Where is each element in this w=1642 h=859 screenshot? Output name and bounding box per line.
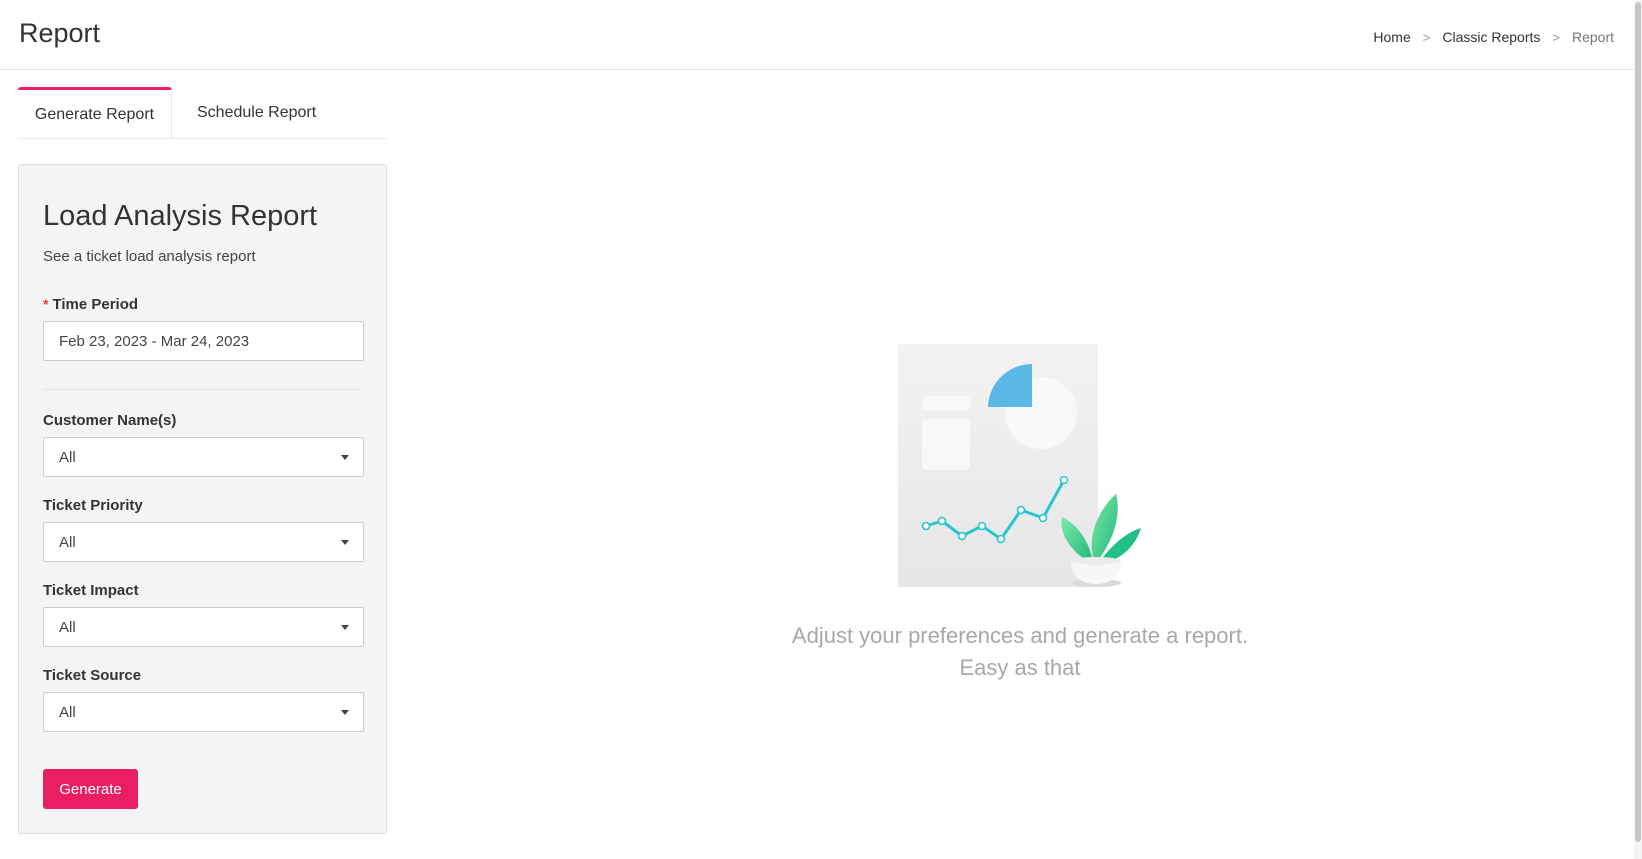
generate-button[interactable]: Generate [43, 769, 138, 809]
tab-generate-report[interactable]: Generate Report [18, 87, 172, 139]
empty-state-line-2: Easy as that [959, 655, 1081, 680]
ticket-impact-select[interactable]: All [43, 607, 364, 647]
ticket-impact-label: Ticket Impact [43, 582, 139, 599]
placeholder-bar [922, 396, 970, 410]
chevron-down-icon [341, 455, 349, 460]
breadcrumb-separator: > [1552, 29, 1560, 45]
ticket-source-select[interactable]: All [43, 692, 364, 732]
ticket-priority-select[interactable]: All [43, 522, 364, 562]
ticket-impact-value: All [59, 618, 76, 636]
chevron-down-icon [341, 625, 349, 630]
page-title: Report [19, 18, 101, 48]
customer-names-label: Customer Name(s) [43, 412, 177, 429]
page-header: Report Home > Classic Reports > Report [0, 0, 1634, 70]
breadcrumb-separator: > [1422, 29, 1431, 45]
chevron-down-icon [341, 540, 349, 545]
scrollbar-thumb[interactable] [1635, 2, 1641, 842]
time-period-label: * Time Period [43, 296, 138, 313]
report-form-panel: Load Analysis Report See a ticket load a… [18, 164, 387, 834]
time-period-input[interactable]: Feb 23, 2023 - Mar 24, 2023 [43, 321, 364, 361]
time-period-label-text: Time Period [52, 296, 139, 313]
ticket-priority-label: Ticket Priority [43, 497, 143, 514]
report-illustration [898, 344, 1141, 587]
tab-schedule-report[interactable]: Schedule Report [172, 87, 342, 139]
divider [43, 389, 362, 390]
form-title: Load Analysis Report [43, 200, 318, 232]
breadcrumb-classic-reports[interactable]: Classic Reports [1442, 29, 1540, 45]
required-marker: * [43, 296, 49, 312]
empty-state-message: Adjust your preferences and generate a r… [720, 620, 1320, 684]
customer-names-select[interactable]: All [43, 437, 364, 477]
empty-state-line-1: Adjust your preferences and generate a r… [791, 623, 1249, 648]
breadcrumb-home[interactable]: Home [1373, 29, 1410, 45]
ticket-source-value: All [59, 703, 76, 721]
form-subtitle: See a ticket load analysis report [43, 248, 256, 265]
customer-names-value: All [59, 448, 76, 466]
breadcrumb: Home > Classic Reports > Report [1373, 29, 1614, 45]
report-tabs: Generate Report Schedule Report [18, 87, 387, 139]
ticket-source-label: Ticket Source [43, 667, 142, 684]
page-scrollbar[interactable] [1634, 0, 1642, 859]
breadcrumb-current: Report [1571, 29, 1614, 45]
placeholder-block [922, 419, 970, 470]
ticket-priority-value: All [59, 533, 76, 551]
chevron-down-icon [341, 710, 349, 715]
